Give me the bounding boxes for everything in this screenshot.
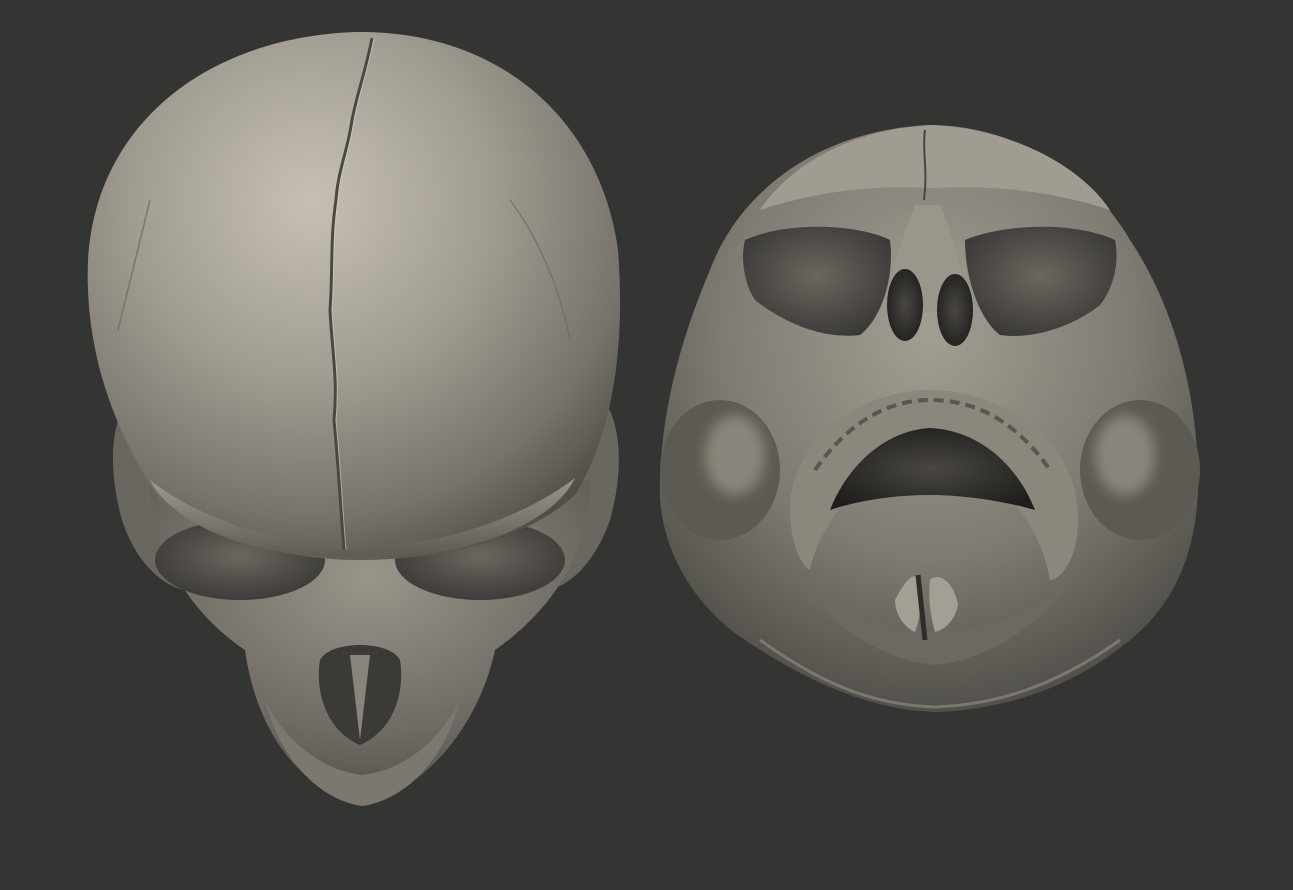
render-viewport [0,0,1293,890]
skull-render-scene [0,0,1293,890]
